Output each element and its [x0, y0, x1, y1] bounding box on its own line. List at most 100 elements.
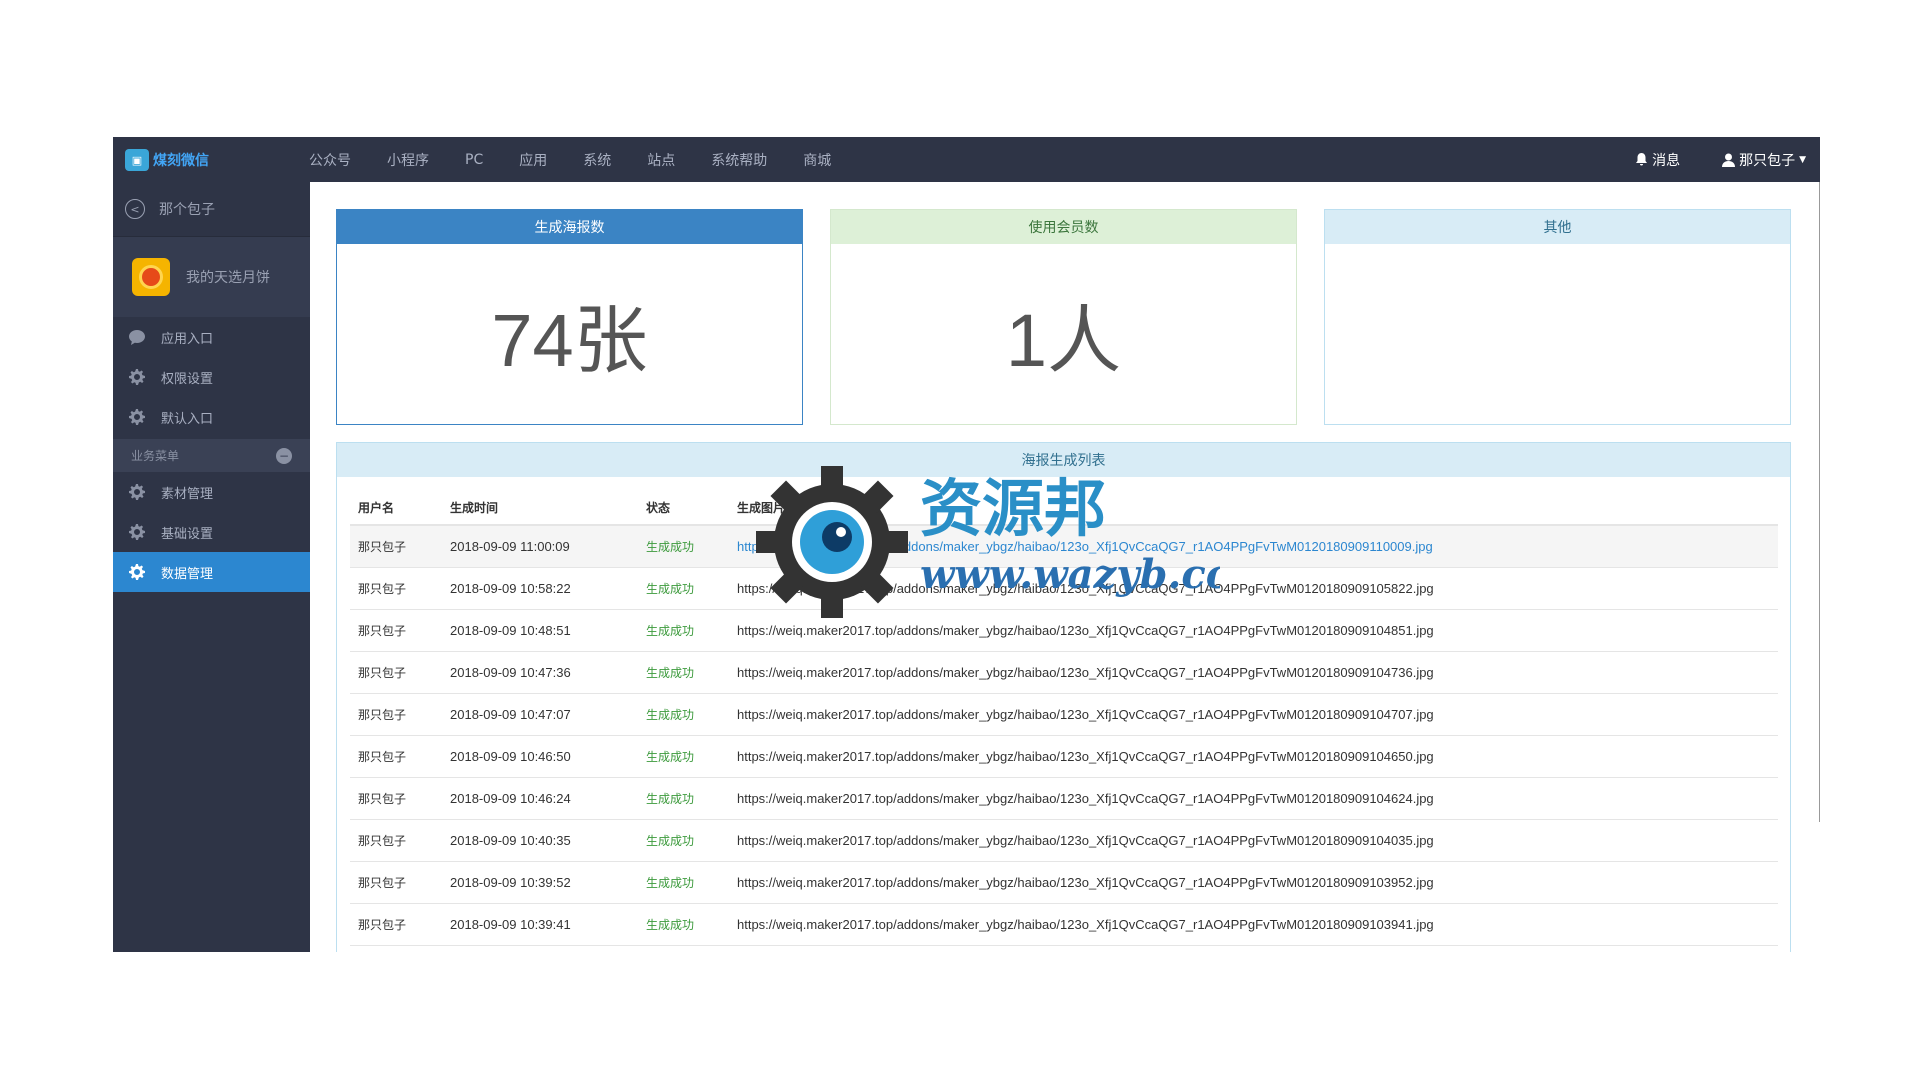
gear-icon	[127, 367, 147, 387]
row-image-cell: https://weiq.maker2017.top/addons/maker_…	[729, 861, 1778, 904]
row-image-cell: https://weiq.maker2017.top/addons/maker_…	[729, 777, 1778, 820]
panel-title: 海报生成列表	[337, 443, 1790, 477]
account-name: 我的天选月饼	[186, 270, 270, 286]
account-avatar	[132, 258, 170, 296]
row-user: 那只包子	[350, 735, 442, 778]
row-image-link[interactable]: https://weiq.maker2017.top/addons/maker_…	[737, 707, 1434, 722]
row-status: 生成成功	[638, 777, 729, 820]
table-row: 那只包子 2018-09-09 10:46:50 生成成功 https://weiq.…	[350, 735, 1778, 778]
sidebar-item-app-entry[interactable]: 应用入口	[113, 317, 310, 357]
card-title: 使用会员数	[831, 210, 1296, 244]
row-time: 2018-09-09 10:48:51	[442, 609, 638, 652]
sidebar-back-label: 那个包子	[159, 202, 215, 218]
row-image-link[interactable]: https://weiq.maker2017.top/addons/maker_…	[737, 665, 1434, 680]
nav-item-help[interactable]: 系统帮助	[711, 150, 767, 170]
poster-list-panel: 海报生成列表 用户名 生成时间 状态 生成图片 那只包子 2018-09-09 1…	[336, 442, 1791, 952]
sidebar-item-permissions[interactable]: 权限设置	[113, 357, 310, 397]
main-content: 生成海报数 74张 使用会员数 1人 其他 海报生成列表 用户名 生成时间 状态…	[310, 182, 1820, 952]
table-row: 那只包子 2018-09-09 10:46:24 生成成功 https://weiq.…	[350, 777, 1778, 820]
nav-item-gongzhonghao[interactable]: 公众号	[309, 150, 351, 170]
row-user: 那只包子	[350, 819, 442, 862]
logo[interactable]: ▣ 煤刻微信	[125, 149, 209, 171]
nav-item-store[interactable]: 商城	[803, 150, 831, 170]
row-user: 那只包子	[350, 777, 442, 820]
nav-item-miniprogram[interactable]: 小程序	[387, 150, 429, 170]
row-time: 2018-09-09 10:58:22	[442, 567, 638, 610]
row-user: 那只包子	[350, 903, 442, 946]
collapse-icon[interactable]: −	[276, 447, 292, 464]
logo-text: 煤刻微信	[153, 153, 209, 169]
row-user: 那只包子	[350, 861, 442, 904]
messages-button[interactable]: 消息	[1635, 150, 1680, 170]
row-image-link[interactable]: https://weiq.maker2017.top/addons/maker_…	[737, 833, 1434, 848]
gear-icon	[127, 407, 147, 427]
scrollbar[interactable]	[1819, 182, 1820, 822]
card-value: 1人	[1005, 298, 1122, 382]
sidebar-account[interactable]: 我的天选月饼	[113, 237, 310, 317]
top-right-actions: 消息 那只包子 ▼	[1635, 137, 1806, 182]
row-time: 2018-09-09 10:47:36	[442, 651, 638, 694]
sidebar-item-basic-settings[interactable]: 基础设置	[113, 512, 310, 552]
row-time: 2018-09-09 11:00:09	[442, 525, 638, 568]
row-status: 生成成功	[638, 651, 729, 694]
row-user: 那只包子	[350, 609, 442, 652]
table-row: 那只包子 2018-09-09 10:39:41 生成成功 https://weiq.…	[350, 903, 1778, 946]
row-image-cell: https://weiq.maker2017.top/addons/maker_…	[729, 693, 1778, 736]
nav-item-pc[interactable]: PC	[465, 152, 483, 168]
sidebar-item-materials[interactable]: 素材管理	[113, 472, 310, 512]
main-nav: 公众号 小程序 PC 应用 系统 站点 系统帮助 商城	[309, 137, 867, 182]
messages-label: 消息	[1652, 152, 1681, 169]
row-image-cell: https://weiq.maker2017.top/addons/maker_…	[729, 525, 1778, 568]
table-row: 那只包子 2018-09-09 10:47:36 生成成功 https://weiq.…	[350, 651, 1778, 694]
sidebar-item-data-management[interactable]: 数据管理	[113, 552, 310, 592]
column-header: 状态	[638, 491, 729, 526]
row-user: 那只包子	[350, 567, 442, 610]
row-image-cell: https://weiq.maker2017.top/addons/maker_…	[729, 651, 1778, 694]
row-status: 生成成功	[638, 567, 729, 610]
table-row: 那只包子 2018-09-09 10:47:07 生成成功 https://weiq.…	[350, 693, 1778, 736]
row-image-link[interactable]: https://weiq.maker2017.top/addons/maker_…	[737, 917, 1434, 932]
nav-item-site[interactable]: 站点	[647, 150, 675, 170]
card-value: 74张	[491, 298, 648, 382]
nav-item-system[interactable]: 系统	[583, 150, 611, 170]
logo-icon: ▣	[125, 149, 149, 171]
column-header: 生成时间	[442, 491, 638, 526]
row-status: 生成成功	[638, 609, 729, 652]
row-image-link[interactable]: https://weiq.maker2017.top/addons/maker_…	[737, 875, 1434, 890]
table-header-row: 用户名 生成时间 状态 生成图片	[350, 491, 1778, 526]
user-icon	[1722, 153, 1736, 167]
row-time: 2018-09-09 10:40:35	[442, 819, 638, 862]
stat-card-other: 其他	[1324, 209, 1791, 425]
top-navbar: ▣ 煤刻微信 公众号 小程序 PC 应用 系统 站点 系统帮助 商城 消息 那只…	[113, 137, 1820, 182]
sidebar-item-default-entry[interactable]: 默认入口	[113, 397, 310, 437]
row-image-cell: https://weiq.maker2017.top/addons/maker_…	[729, 609, 1778, 652]
table-row: 那只包子 2018-09-09 10:58:22 生成成功 https://weiq.…	[350, 567, 1778, 610]
row-image-link[interactable]: https://weiq.maker2017.top/addons/maker_…	[737, 539, 1433, 554]
row-user: 那只包子	[350, 693, 442, 736]
table-row: 那只包子 2018-09-09 10:48:51 生成成功 https://weiq.…	[350, 609, 1778, 652]
user-menu[interactable]: 那只包子 ▼	[1722, 150, 1806, 170]
row-image-cell: https://weiq.maker2017.top/addons/maker_…	[729, 735, 1778, 778]
card-title: 其他	[1325, 210, 1790, 244]
nav-item-apps[interactable]: 应用	[519, 150, 547, 170]
row-image-cell: https://weiq.maker2017.top/addons/maker_…	[729, 567, 1778, 610]
row-image-link[interactable]: https://weiq.maker2017.top/addons/maker_…	[737, 749, 1434, 764]
row-time: 2018-09-09 10:39:41	[442, 903, 638, 946]
row-user: 那只包子	[350, 525, 442, 568]
sidebar-group-label: 业务菜单	[131, 449, 180, 463]
row-time: 2018-09-09 10:39:52	[442, 861, 638, 904]
row-status: 生成成功	[638, 525, 729, 568]
row-time: 2018-09-09 10:46:24	[442, 777, 638, 820]
sidebar-item-label: 权限设置	[161, 371, 214, 387]
row-image-cell: https://weiq.maker2017.top/addons/maker_…	[729, 903, 1778, 946]
row-image-link[interactable]: https://weiq.maker2017.top/addons/maker_…	[737, 581, 1434, 596]
row-status: 生成成功	[638, 693, 729, 736]
row-image-link[interactable]: https://weiq.maker2017.top/addons/maker_…	[737, 791, 1434, 806]
gear-icon	[127, 482, 147, 502]
table-row: 那只包子 2018-09-09 11:00:09 生成成功 https://weiq.…	[350, 525, 1778, 568]
sidebar-back[interactable]: < 那个包子	[113, 182, 310, 237]
row-image-link[interactable]: https://weiq.maker2017.top/addons/maker_…	[737, 623, 1434, 638]
sidebar-group-business[interactable]: 业务菜单 −	[113, 439, 310, 472]
poster-table: 用户名 生成时间 状态 生成图片 那只包子 2018-09-09 11:00:09…	[350, 491, 1778, 946]
bell-icon	[1636, 152, 1648, 165]
